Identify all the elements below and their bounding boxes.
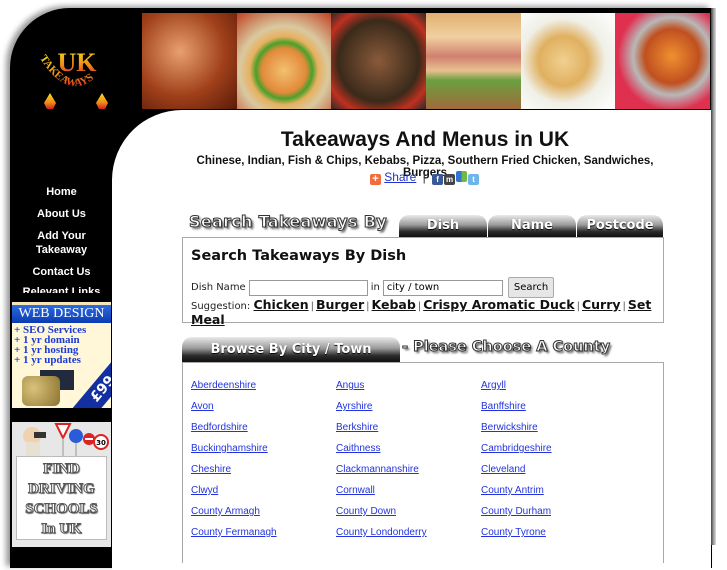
search-form: Dish Name in Search xyxy=(191,277,555,298)
ad-features: + SEO Services + 1 yr domain + 1 yr host… xyxy=(12,323,111,366)
nav-relevant-links[interactable]: Relevant Links xyxy=(12,285,111,293)
dish-name-input[interactable] xyxy=(248,279,368,296)
fish-and-chips-photo xyxy=(520,13,616,109)
driving-schools-ad[interactable]: 30 FIND DRIVING SCHOOLS In UK xyxy=(12,422,111,547)
share-link[interactable]: Share xyxy=(384,170,416,184)
county-link[interactable]: County Fermanagh xyxy=(191,526,336,547)
share-bar: + Share | fm t xyxy=(180,170,670,185)
county-link[interactable]: Angus xyxy=(336,379,481,400)
county-link[interactable]: Cleveland xyxy=(481,463,626,484)
svg-text:30: 30 xyxy=(96,439,106,447)
logo-ornament-right xyxy=(96,93,108,109)
browse-heading: - Please Choose A County xyxy=(401,339,611,356)
county-link[interactable]: County Armagh xyxy=(191,505,336,526)
county-link[interactable]: Cheshire xyxy=(191,463,336,484)
county-link[interactable]: Argyll xyxy=(481,379,626,400)
ad-line: DRIVING xyxy=(28,481,96,498)
separator: | xyxy=(417,301,422,312)
in-label: in xyxy=(370,282,380,293)
suggestions: Suggestion: Chicken | Burger | Kebab | Crispy … xyxy=(191,297,663,327)
roast-duck-photo xyxy=(142,13,237,109)
sidebar-nav: Home About Us Add Your Takeaway Contact … xyxy=(12,185,111,293)
sandwich-photo xyxy=(426,13,521,109)
county-link[interactable]: County Durham xyxy=(481,505,626,526)
city-town-input[interactable] xyxy=(382,279,503,296)
county-link[interactable]: Bedfordshire xyxy=(191,421,336,442)
county-link[interactable]: Clwyd xyxy=(191,484,336,505)
logo-ornament-left xyxy=(44,93,56,109)
browse-by-city-tab[interactable]: Browse By City / Town xyxy=(182,337,400,362)
curry-photo xyxy=(615,13,711,109)
county-link[interactable]: Avon xyxy=(191,400,336,421)
tab-postcode[interactable]: Postcode xyxy=(577,215,663,237)
road-signs-image: 30 xyxy=(12,422,111,456)
search-panel-title: Search Takeaways By Dish xyxy=(191,248,407,264)
search-section-heading: Search Takeaways By xyxy=(189,212,388,232)
county-list: Aberdeenshire Angus Argyll Avon Ayrshire Banf… xyxy=(191,379,626,547)
pizza-photo xyxy=(236,13,332,109)
county-link[interactable]: Cornwall xyxy=(336,484,481,505)
ad-text: FIND DRIVING SCHOOLS In UK xyxy=(16,456,107,540)
nav-about-us[interactable]: About Us xyxy=(12,207,111,221)
tab-name[interactable]: Name xyxy=(488,215,576,237)
suggestion-label: Suggestion: xyxy=(191,301,251,312)
myspace-icon[interactable]: m xyxy=(444,174,456,185)
separator: | xyxy=(366,301,370,312)
nav-add-your-takeaway[interactable]: Add Your Takeaway xyxy=(12,229,111,257)
coins-image xyxy=(22,376,60,406)
page-title: Takeaways And Menus in UK xyxy=(280,128,570,151)
search-button[interactable]: Search xyxy=(507,277,555,298)
share-separator: | xyxy=(422,170,426,184)
county-link[interactable]: County Antrim xyxy=(481,484,626,505)
county-link[interactable]: Berwickshire xyxy=(481,421,626,442)
kebab-skewers-photo xyxy=(331,13,427,109)
delicious-icon[interactable] xyxy=(456,171,468,182)
nav-contact-us[interactable]: Contact Us xyxy=(12,265,111,279)
county-link[interactable]: Caithness xyxy=(336,442,481,463)
ad-line: SCHOOLS xyxy=(25,501,99,518)
dish-name-label: Dish Name xyxy=(191,282,246,293)
county-link[interactable]: Clackmannanshire xyxy=(336,463,481,484)
ad-line: In UK xyxy=(41,521,82,538)
facebook-icon[interactable]: f xyxy=(432,174,444,185)
county-link[interactable]: Aberdeenshire xyxy=(191,379,336,400)
share-plus-icon[interactable]: + xyxy=(369,174,381,185)
separator: | xyxy=(622,301,626,312)
county-link[interactable]: County Down xyxy=(336,505,481,526)
county-link[interactable]: Ayrshire xyxy=(336,400,481,421)
ad-title: WEB DESIGN xyxy=(12,302,111,323)
separator: | xyxy=(576,301,580,312)
county-link[interactable]: Banffshire xyxy=(481,400,626,421)
search-tabs: Dish Name Postcode xyxy=(399,215,664,237)
nav-home[interactable]: Home xyxy=(12,185,111,199)
twitter-icon[interactable]: t xyxy=(468,174,480,185)
separator: | xyxy=(310,301,314,312)
suggestion-chicken[interactable]: Chicken xyxy=(253,297,308,312)
suggestion-crispy-aromatic-duck[interactable]: Crispy Aromatic Duck xyxy=(423,297,574,312)
ad-feature: + 1 yr updates xyxy=(14,354,81,366)
frame-edge xyxy=(711,8,716,545)
county-panel: Aberdeenshire Angus Argyll Avon Ayrshire Banf… xyxy=(182,362,664,563)
suggestion-burger[interactable]: Burger xyxy=(316,297,364,312)
ad-line: FIND xyxy=(43,461,81,478)
food-banner xyxy=(142,13,711,109)
tab-dish[interactable]: Dish xyxy=(399,215,487,237)
site-logo[interactable]: UK TAKEAWAYS xyxy=(28,45,123,125)
search-panel: Search Takeaways By Dish Dish Name in Se… xyxy=(182,237,664,327)
suggestion-kebab[interactable]: Kebab xyxy=(372,297,416,312)
web-design-ad[interactable]: WEB DESIGN + SEO Services + 1 yr domain … xyxy=(12,302,111,408)
county-link[interactable]: County Londonderry xyxy=(336,526,481,547)
county-link[interactable]: Buckinghamshire xyxy=(191,442,336,463)
county-link[interactable]: County Tyrone xyxy=(481,526,626,547)
suggestion-curry[interactable]: Curry xyxy=(582,297,621,312)
county-link[interactable]: Cambridgeshire xyxy=(481,442,626,463)
county-link[interactable]: Berkshire xyxy=(336,421,481,442)
